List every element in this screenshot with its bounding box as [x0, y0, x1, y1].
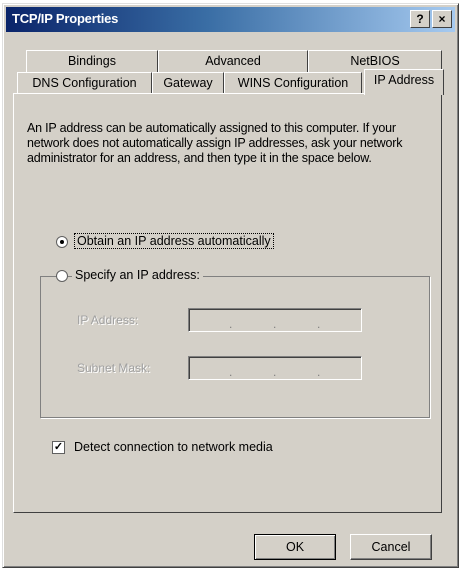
octet-separator: . [273, 317, 277, 331]
subnet-mask-label: Subnet Mask: [77, 361, 151, 375]
specify-ip-group [40, 276, 430, 418]
detect-connection-checkbox[interactable]: ✓ [52, 441, 65, 454]
ok-button[interactable]: OK [254, 534, 336, 560]
octet-separator: . [317, 317, 321, 331]
close-button[interactable]: × [432, 10, 452, 28]
tab-gateway[interactable]: Gateway [152, 72, 224, 94]
specify-ip-label[interactable]: Specify an IP address: [72, 268, 203, 282]
specify-ip-radio[interactable] [56, 270, 68, 282]
radio-selected-dot [60, 240, 64, 244]
tab-label: Gateway [163, 76, 213, 90]
tab-label: WINS Configuration [237, 76, 349, 90]
octet-separator: . [229, 365, 233, 379]
cancel-button[interactable]: Cancel [350, 534, 432, 560]
obtain-ip-radio[interactable] [56, 236, 68, 248]
tab-label: IP Address [373, 73, 435, 87]
tab-label: Bindings [68, 54, 116, 68]
help-button[interactable]: ? [410, 10, 430, 28]
obtain-ip-label-text: Obtain an IP address automatically [74, 233, 274, 249]
close-icon: × [438, 12, 446, 26]
window-title: TCP/IP Properties [12, 11, 119, 26]
subnet-mask-input[interactable]: . . . [188, 356, 362, 380]
description-text: An IP address can be automatically assig… [27, 121, 403, 165]
tab-ip-address[interactable]: IP Address [364, 69, 444, 95]
tab-dns-configuration[interactable]: DNS Configuration [17, 72, 152, 94]
checkmark-icon: ✓ [53, 441, 64, 453]
tab-label: Advanced [205, 54, 261, 68]
ip-address-input[interactable]: . . . [188, 308, 362, 332]
ip-address-label: IP Address: [77, 313, 139, 327]
octet-separator: . [229, 317, 233, 331]
detect-connection-label[interactable]: Detect connection to network media [74, 440, 273, 454]
title-bar[interactable]: TCP/IP Properties ? × [6, 7, 455, 32]
help-icon: ? [416, 12, 424, 26]
tab-label: NetBIOS [350, 54, 400, 68]
tab-bindings[interactable]: Bindings [26, 50, 158, 72]
tab-advanced[interactable]: Advanced [158, 50, 308, 72]
tab-label: DNS Configuration [32, 76, 137, 90]
octet-separator: . [317, 365, 321, 379]
tab-wins-configuration[interactable]: WINS Configuration [224, 72, 362, 94]
octet-separator: . [273, 365, 277, 379]
obtain-ip-label[interactable]: Obtain an IP address automatically [74, 233, 274, 249]
